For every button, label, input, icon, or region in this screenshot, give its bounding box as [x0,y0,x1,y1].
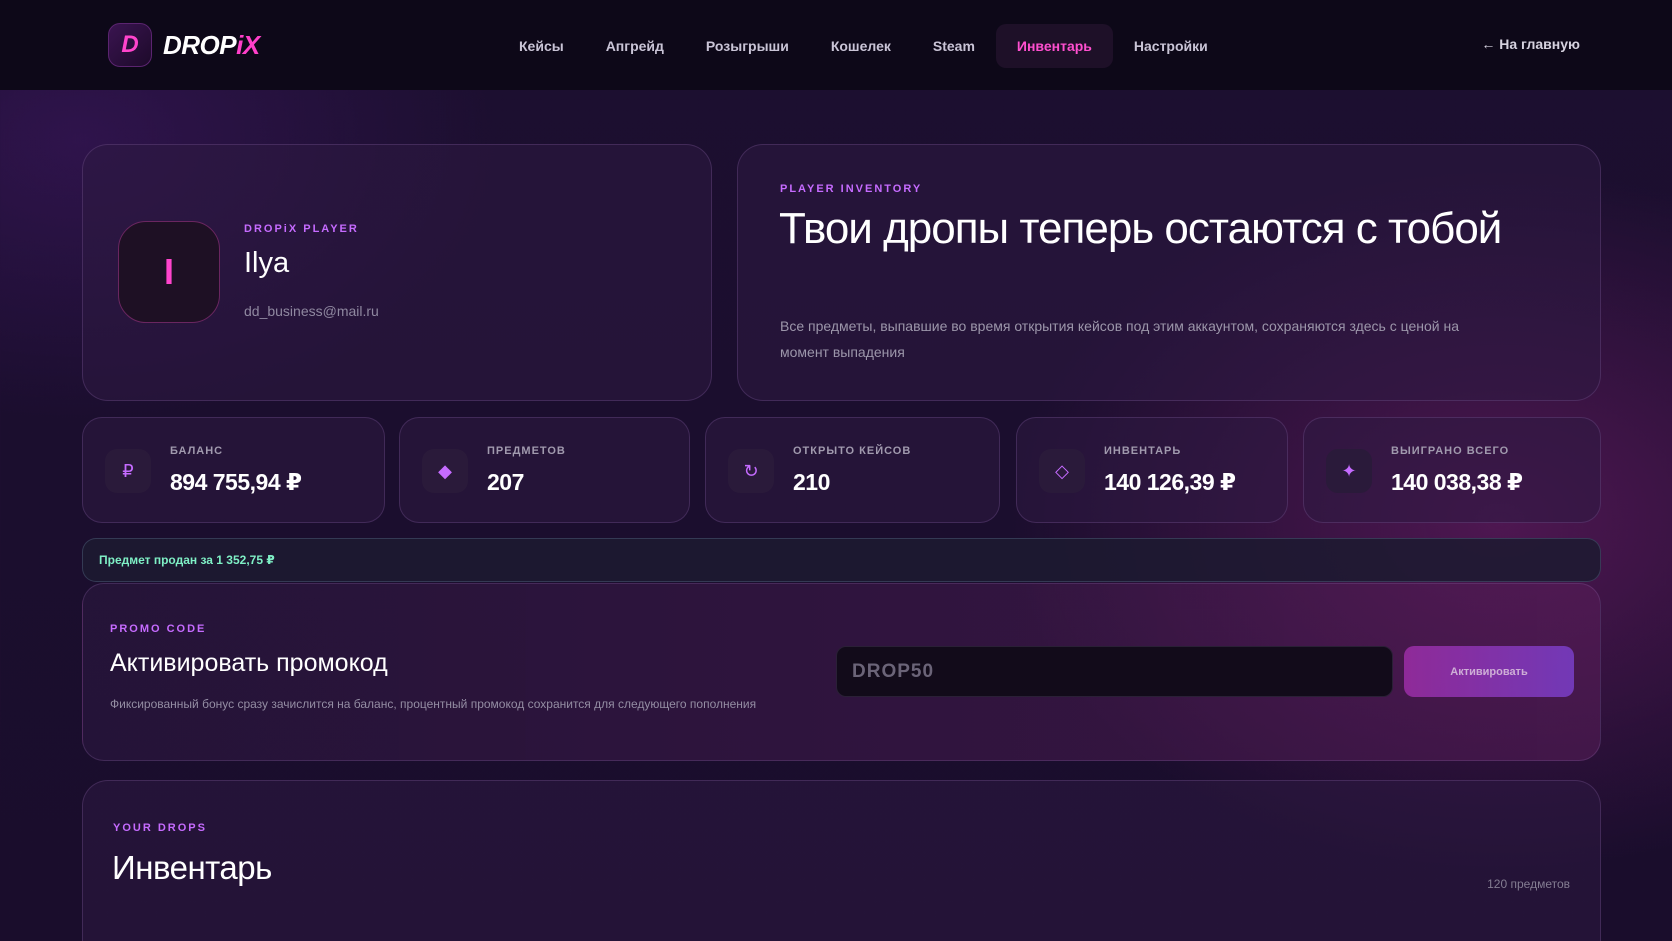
diamond-outline-icon: ◇ [1039,449,1085,493]
profile-eyebrow: DROPiX PLAYER [244,223,359,235]
ruble-icon: ₽ [105,449,151,493]
stat-label: ОТКРЫТО КЕЙСОВ [793,445,912,457]
sale-notification: Предмет продан за 1 352,75 ₽ [82,538,1601,582]
nav-item-giveaways[interactable]: Розыгрыши [685,24,810,68]
stat-value: 140 038,38 ₽ [1391,469,1523,495]
inventory-eyebrow: YOUR DROPS [113,822,207,834]
profile-card: I DROPiX PLAYER Ilya dd_business@mail.ru [82,144,712,401]
profile-email: dd_business@mail.ru [244,303,379,319]
activate-promo-button[interactable]: Активировать [1404,646,1574,697]
inventory-title: Инвентарь [112,849,272,886]
inventory-card: YOUR DROPS Инвентарь 120 предметов [82,780,1601,941]
logo-text-drop: DROP [163,29,237,60]
back-to-home-link[interactable]: ← На главную [1481,36,1580,52]
diamond-filled-icon: ◆ [422,449,468,493]
promo-eyebrow: PROMO CODE [110,623,207,635]
hero-card: PLAYER INVENTORY Твои дропы теперь остаю… [737,144,1601,401]
top-nav-bar: D DROPiX Кейсы Апгрейд Розыгрыши Кошелек… [0,0,1672,90]
nav-item-upgrade[interactable]: Апгрейд [585,24,685,68]
stat-value: 210 [793,469,830,495]
hero-eyebrow: PLAYER INVENTORY [780,183,923,195]
inventory-count: 120 предметов [1487,877,1570,891]
stat-card-cases-opened: ↻ ОТКРЫТО КЕЙСОВ 210 [705,417,1000,523]
logo[interactable]: D DROPiX [108,23,260,67]
stat-card-balance: ₽ БАЛАНС 894 755,94 ₽ [82,417,385,523]
stat-card-items: ◆ ПРЕДМЕТОВ 207 [399,417,690,523]
nav-item-inventory[interactable]: Инвентарь [995,24,1113,68]
promo-code-input[interactable] [836,646,1393,697]
nav-item-cases[interactable]: Кейсы [498,24,585,68]
hero-description: Все предметы, выпавшие во время открытия… [780,318,1460,360]
nav-item-steam[interactable]: Steam [912,24,996,68]
promo-description: Фиксированный бонус сразу зачислится на … [110,697,757,711]
stat-card-total-won: ✦ ВЫИГРАНО ВСЕГО 140 038,38 ₽ [1303,417,1601,523]
nav-item-settings[interactable]: Настройки [1113,24,1229,68]
hero-title: Твои дропы теперь остаются с тобой [779,204,1502,253]
logo-text-ix: iX [236,29,260,60]
refresh-icon: ↻ [728,449,774,493]
stat-value: 894 755,94 ₽ [170,469,302,495]
stat-card-inventory: ◇ ИНВЕНТАРЬ 140 126,39 ₽ [1016,417,1288,523]
promo-card: PROMO CODE Активировать промокод Фиксиро… [82,583,1601,761]
nav-item-wallet[interactable]: Кошелек [810,24,912,68]
logo-text: DROPiX [163,30,260,61]
stat-label: ПРЕДМЕТОВ [487,445,566,457]
profile-name: Ilya [244,247,290,279]
stat-label: ВЫИГРАНО ВСЕГО [1391,445,1510,457]
sparkle-icon: ✦ [1326,449,1372,493]
promo-title: Активировать промокод [110,649,388,677]
stat-label: ИНВЕНТАРЬ [1104,445,1182,457]
stat-label: БАЛАНС [170,445,224,457]
main-nav: Кейсы Апгрейд Розыгрыши Кошелек Steam Ин… [498,24,1229,68]
stat-value: 140 126,39 ₽ [1104,469,1236,495]
avatar: I [118,221,220,323]
logo-mark: D [108,23,152,67]
stat-value: 207 [487,469,524,495]
